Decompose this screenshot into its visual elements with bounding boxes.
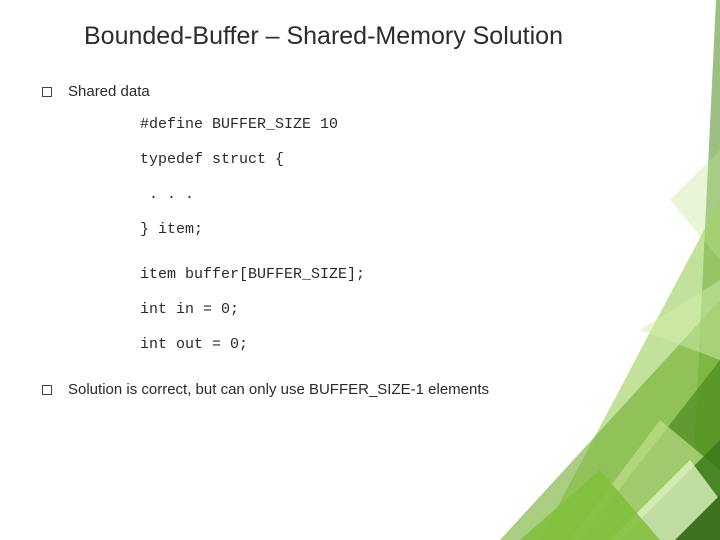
code-line: int in = 0;: [140, 299, 678, 320]
code-line: . . .: [140, 184, 678, 205]
bullet-text: Solution is correct, but can only use BU…: [68, 381, 489, 398]
slide: Bounded-Buffer – Shared-Memory Solution …: [0, 0, 720, 540]
code-line: typedef struct {: [140, 149, 678, 170]
code-line: } item;: [140, 219, 678, 240]
code-line: item buffer[BUFFER_SIZE];: [140, 264, 678, 285]
bullet-item-1: Shared data: [42, 83, 678, 100]
code-block: #define BUFFER_SIZE 10 typedef struct { …: [140, 114, 678, 355]
bullet-item-2: Solution is correct, but can only use BU…: [42, 381, 678, 398]
bullet-text: Shared data: [68, 83, 150, 100]
square-bullet-icon: [42, 385, 52, 395]
page-title: Bounded-Buffer – Shared-Memory Solution: [84, 22, 678, 51]
code-line: #define BUFFER_SIZE 10: [140, 114, 678, 135]
code-line: int out = 0;: [140, 334, 678, 355]
square-bullet-icon: [42, 87, 52, 97]
